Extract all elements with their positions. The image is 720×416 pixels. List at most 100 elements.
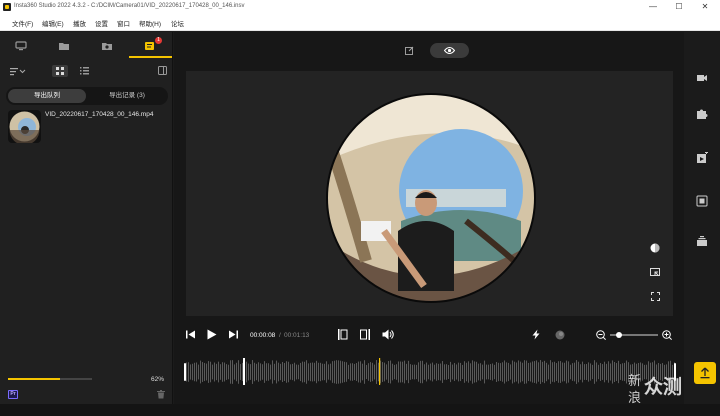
zoom-in-icon[interactable] [662,330,672,340]
close-button[interactable]: ✕ [694,1,716,13]
menu-bar: 文件(F) 编辑(E) 播放 设置 窗口 帮助(H) 论坛 [0,14,720,31]
waveform-tick [520,361,521,383]
waveform-tick [250,364,251,380]
file-name: VID_20220617_170428_00_146.mp4 [45,111,154,118]
waveform-tick [382,362,383,382]
ai-icon[interactable] [696,195,708,207]
timeline-track[interactable] [174,352,684,404]
tab-camera-files[interactable] [86,34,129,58]
list-view-icon[interactable] [80,67,89,75]
waveform-tick [220,364,221,380]
waveform-tick [402,361,403,383]
waveform-tick [558,361,559,383]
menu-edit[interactable]: 编辑(E) [42,18,64,28]
zoom-slider[interactable] [610,331,658,338]
waveform-tick [386,364,387,380]
waveform-tick [206,363,207,381]
waveform-tick [444,364,445,380]
maximize-button[interactable]: ☐ [668,1,690,13]
add-media-icon[interactable] [696,152,708,164]
zoom-slider-handle[interactable] [616,331,623,338]
waveform-tick [216,363,217,381]
waveform-tick [442,361,443,383]
list-item[interactable]: VID_20220617_170428_00_146.mp4 [8,108,168,144]
tab-export-records[interactable]: 导出记录 (3) [88,89,166,103]
stack-icon[interactable] [696,235,708,247]
waveform-tick [252,360,253,384]
export-button[interactable] [694,362,716,384]
puzzle-icon[interactable] [696,108,708,120]
waveform-tick [194,362,195,382]
flash-icon[interactable] [532,329,541,340]
waveform-tick [490,364,491,380]
minimize-button[interactable]: — [642,1,664,13]
mark-out-icon[interactable] [360,329,370,340]
waveform-tick [570,364,571,380]
tab-export-queue[interactable]: 导出队列 [8,89,86,103]
waveform-tick [234,364,235,380]
video-camera-icon[interactable] [696,72,708,84]
menu-settings[interactable]: 设置 [95,18,108,28]
trim-start-handle[interactable] [184,363,186,381]
zoom-out-icon[interactable] [596,330,606,340]
menu-play[interactable]: 播放 [73,18,86,28]
waveform-tick [398,361,399,383]
video-preview[interactable] [186,71,673,316]
waveform-tick [452,364,453,380]
waveform-tick [600,363,601,381]
grid-view-button[interactable] [52,65,68,77]
time-separator: / [279,332,281,339]
waveform-tick [590,363,591,381]
trash-icon[interactable] [157,390,165,399]
preview-toggle-button[interactable] [430,43,469,58]
waveform-tick [420,360,421,384]
keyframe-marker[interactable] [379,358,381,385]
edit-icon[interactable] [405,46,414,55]
export-progress-track [8,378,92,380]
premiere-badge[interactable]: Pr [8,390,18,399]
volume-icon[interactable] [382,329,394,340]
menu-forum[interactable]: 论坛 [171,18,184,28]
waveform-tick [518,360,519,384]
waveform-tick [372,362,373,382]
waveform-tick [566,360,567,384]
tab-files[interactable] [43,34,86,58]
color-icon[interactable] [555,330,565,340]
tab-export-list[interactable]: 1 [129,34,172,58]
waveform-tick [540,360,541,384]
mark-in-icon[interactable] [338,329,348,340]
tab-monitor[interactable] [0,34,43,58]
waveform-tick [560,361,561,383]
waveform-tick [478,363,479,381]
waveform-tick [568,361,569,383]
waveform-tick [378,362,379,382]
collapse-panel-icon[interactable] [158,66,167,75]
menu-help[interactable]: 帮助(H) [139,18,161,28]
waveform-tick [410,364,411,380]
sort-icon[interactable] [10,67,26,76]
waveform-tick [462,364,463,380]
waveform-tick [446,364,447,380]
waveform-tick [528,362,529,382]
notification-badge: 1 [155,37,162,44]
waveform-tick [492,363,493,381]
timeline[interactable] [174,352,684,404]
waveform-tick [264,361,265,383]
waveform-tick [352,363,353,381]
waveform-tick [212,364,213,380]
fullscreen-icon[interactable] [651,292,660,301]
picture-in-picture-icon[interactable] [650,268,660,277]
playhead[interactable] [243,358,245,385]
skip-back-icon[interactable] [186,330,195,339]
ball-mode-icon[interactable] [650,243,660,253]
waveform-tick [374,364,375,380]
menu-window[interactable]: 窗口 [117,18,130,28]
waveform-tick [298,364,299,380]
waveform-tick [232,360,233,384]
skip-forward-icon[interactable] [229,330,238,339]
play-icon[interactable] [207,329,217,340]
waveform-tick [306,360,307,384]
menu-file[interactable]: 文件(F) [12,18,33,28]
left-panel: 1 导出队列 导出记录 (3) VID_20220617_170428_00_1… [0,32,173,404]
waveform-tick [514,361,515,383]
